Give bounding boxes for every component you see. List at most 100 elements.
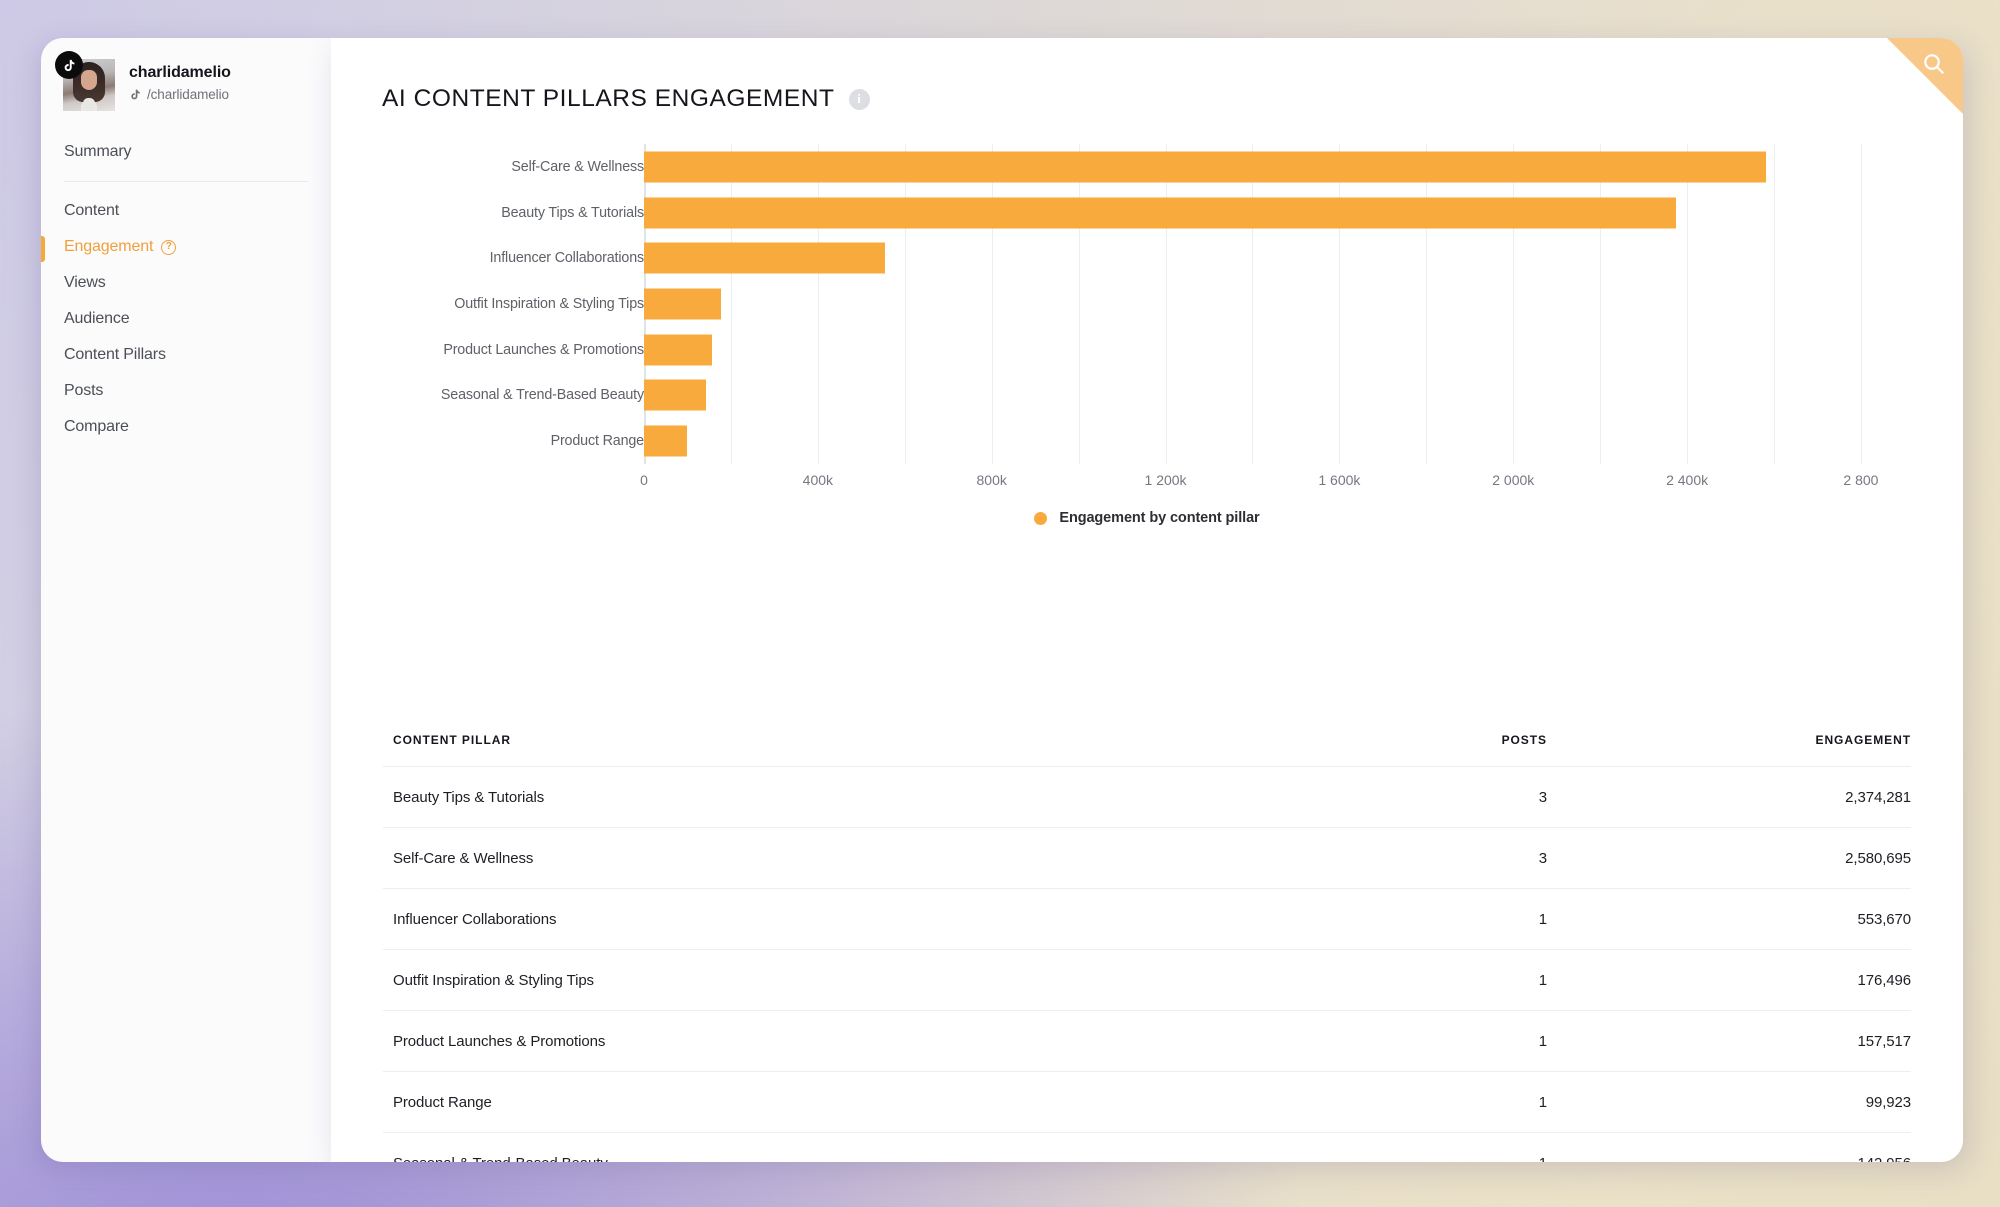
avatar-wrapper	[55, 51, 115, 111]
chart-bar[interactable]	[644, 288, 721, 320]
chart-gridline	[991, 144, 993, 464]
table-header-row: CONTENT PILLAR POSTS ENGAGEMENT	[383, 733, 1911, 767]
table-row[interactable]: Self-Care & Wellness 3 2,580,695	[383, 827, 1911, 889]
table-row[interactable]: Outfit Inspiration & Styling Tips 1 176,49…	[383, 949, 1911, 1011]
cell-posts: 1	[1321, 1133, 1611, 1162]
table-row[interactable]: Product Launches & Promotions 1 157,517	[383, 1010, 1911, 1072]
chart-bar[interactable]	[644, 242, 885, 274]
chart-gridline	[904, 144, 906, 464]
cell-engagement: 142,956	[1611, 1133, 1911, 1162]
profile-name: charlidamelio	[129, 64, 231, 81]
chart-gridline	[730, 144, 732, 464]
chart-x-tick-label: 400k	[802, 472, 834, 488]
chart-x-tick-label: 2 400k	[1666, 472, 1709, 488]
chart-category-label: Product Launches & Promotions	[443, 341, 644, 358]
sidebar-item-engagement[interactable]: Engagement ?	[41, 229, 331, 265]
sidebar-item-audience[interactable]: Audience	[41, 301, 331, 337]
profile-header[interactable]: charlidamelio /charlidamelio	[41, 38, 331, 111]
cell-posts: 3	[1538, 850, 1547, 867]
cell-engagement: 157,517	[1857, 1033, 1911, 1050]
chart-gridline	[1513, 144, 1515, 464]
cell-posts: 1	[1538, 1033, 1547, 1050]
chart-x-tick-label: 2 800	[1843, 472, 1879, 488]
sidebar-item-views[interactable]: Views	[41, 265, 331, 301]
help-icon[interactable]: ?	[161, 239, 177, 255]
tiktok-small-icon	[131, 90, 140, 100]
chart-category-label: Outfit Inspiration & Styling Tips	[454, 296, 644, 312]
search-button[interactable]	[1887, 38, 1963, 114]
table: CONTENT PILLAR POSTS ENGAGEMENT Beauty T…	[383, 733, 1911, 1162]
cell-content-pillar: Influencer Collaborations	[393, 911, 557, 928]
cell-content-pillar: Seasonal & Trend-Based Beauty	[383, 1133, 1321, 1162]
chart-x-tick-label: 1 200k	[1144, 472, 1187, 488]
main-panel: AI CONTENT PILLARS ENGAGEMENT i Self-Car…	[331, 38, 1963, 1162]
sidebar-item-compare[interactable]: Compare	[41, 409, 331, 445]
chart-x-tick-label: 2 000k	[1492, 472, 1535, 488]
engagement-bar-chart: Self-Care & Wellness Beauty Tips & Tutori…	[331, 144, 1963, 526]
chart-category-label: Self-Care & Wellness	[511, 158, 644, 175]
cell-content-pillar: Product Launches & Promotions	[393, 1033, 606, 1050]
cell-content-pillar: Self-Care & Wellness	[393, 850, 534, 867]
cell-content-pillar: Product Range	[393, 1094, 492, 1111]
chart-gridline	[1165, 144, 1167, 464]
app-window: charlidamelio /charlidamelio Summary Con…	[41, 38, 1963, 1162]
sidebar-item-content[interactable]: Content	[41, 193, 331, 229]
chart-bar[interactable]	[644, 379, 707, 411]
sidebar-item-content-pillars[interactable]: Content Pillars	[41, 337, 331, 373]
sidebar-item-posts[interactable]: Posts	[41, 373, 331, 409]
chart-bar[interactable]	[644, 197, 1676, 229]
sidebar: charlidamelio /charlidamelio Summary Con…	[41, 38, 331, 1162]
cell-content-pillar: Beauty Tips & Tutorials	[393, 789, 545, 806]
table-head: CONTENT PILLAR POSTS ENGAGEMENT	[383, 733, 1911, 767]
content-pillars-table: CONTENT PILLAR POSTS ENGAGEMENT Beauty T…	[383, 733, 1911, 1162]
chart-gridline	[1600, 144, 1602, 464]
column-header-posts: POSTS	[1501, 733, 1547, 747]
chart-gridline	[1860, 144, 1862, 464]
chart-plot-area	[644, 144, 1874, 464]
chart-gridline	[1774, 144, 1776, 464]
chart-bar[interactable]	[644, 425, 688, 457]
sidebar-item-label: Views	[64, 274, 106, 291]
panel-header: AI CONTENT PILLARS ENGAGEMENT i	[331, 38, 1963, 113]
table-row[interactable]: Influencer Collaborations 1 553,670	[383, 888, 1911, 950]
chart-x-tick-label: 1 600k	[1318, 472, 1361, 488]
cell-engagement: 2,374,281	[1845, 789, 1911, 806]
sidebar-item-summary[interactable]: Summary	[41, 134, 331, 170]
chart-gridline	[817, 144, 819, 464]
profile-text: charlidamelio /charlidamelio	[129, 59, 231, 102]
table-row[interactable]: Beauty Tips & Tutorials 3 2,374,281	[383, 766, 1911, 828]
sidebar-item-label: Content	[64, 202, 119, 219]
chart-x-tick-label: 0	[640, 472, 648, 488]
cell-engagement: 553,670	[1857, 911, 1911, 928]
info-icon[interactable]: i	[848, 88, 870, 110]
sidebar-item-label: Engagement	[64, 238, 154, 255]
chart-bar[interactable]	[644, 151, 1766, 183]
chart-legend: Engagement by content pillar	[331, 510, 1963, 526]
legend-label: Engagement by content pillar	[1059, 510, 1260, 526]
cell-posts: 1	[1538, 972, 1547, 989]
cell-content-pillar: Outfit Inspiration & Styling Tips	[393, 972, 594, 989]
table-body: Beauty Tips & Tutorials 3 2,374,281 Self-Ca…	[383, 766, 1911, 1162]
cell-posts: 1	[1538, 911, 1547, 928]
sidebar-item-label: Compare	[64, 418, 129, 435]
column-header-content-pillar: CONTENT PILLAR	[393, 733, 511, 747]
search-icon	[1924, 54, 1944, 74]
sidebar-item-label: Audience	[64, 310, 130, 327]
page-title: AI CONTENT PILLARS ENGAGEMENT	[382, 85, 835, 112]
legend-dot-icon	[1034, 511, 1048, 525]
profile-handle: /charlidamelio	[147, 87, 229, 103]
tiktok-icon	[55, 51, 83, 79]
chart-category-label: Influencer Collaborations	[489, 250, 645, 267]
chart-bar[interactable]	[644, 334, 713, 366]
column-header-engagement: ENGAGEMENT	[1815, 733, 1911, 747]
chart-x-axis: 0 400k 800k 1 200k 1 600k 2 000k 2 400k 2 800	[640, 472, 1878, 500]
chart-category-label: Seasonal & Trend-Based Beauty	[440, 387, 644, 404]
cell-engagement: 176,496	[1857, 972, 1911, 989]
chart-gridline	[1426, 144, 1428, 464]
table-row[interactable]: Product Range 1 99,923	[383, 1071, 1911, 1133]
table-row[interactable]: Seasonal & Trend-Based Beauty1142,956	[383, 1132, 1911, 1162]
cell-engagement: 2,580,695	[1845, 850, 1911, 867]
sidebar-item-label: Summary	[64, 143, 132, 160]
cell-engagement: 99,923	[1865, 1094, 1911, 1111]
cell-posts: 1	[1538, 1094, 1547, 1111]
